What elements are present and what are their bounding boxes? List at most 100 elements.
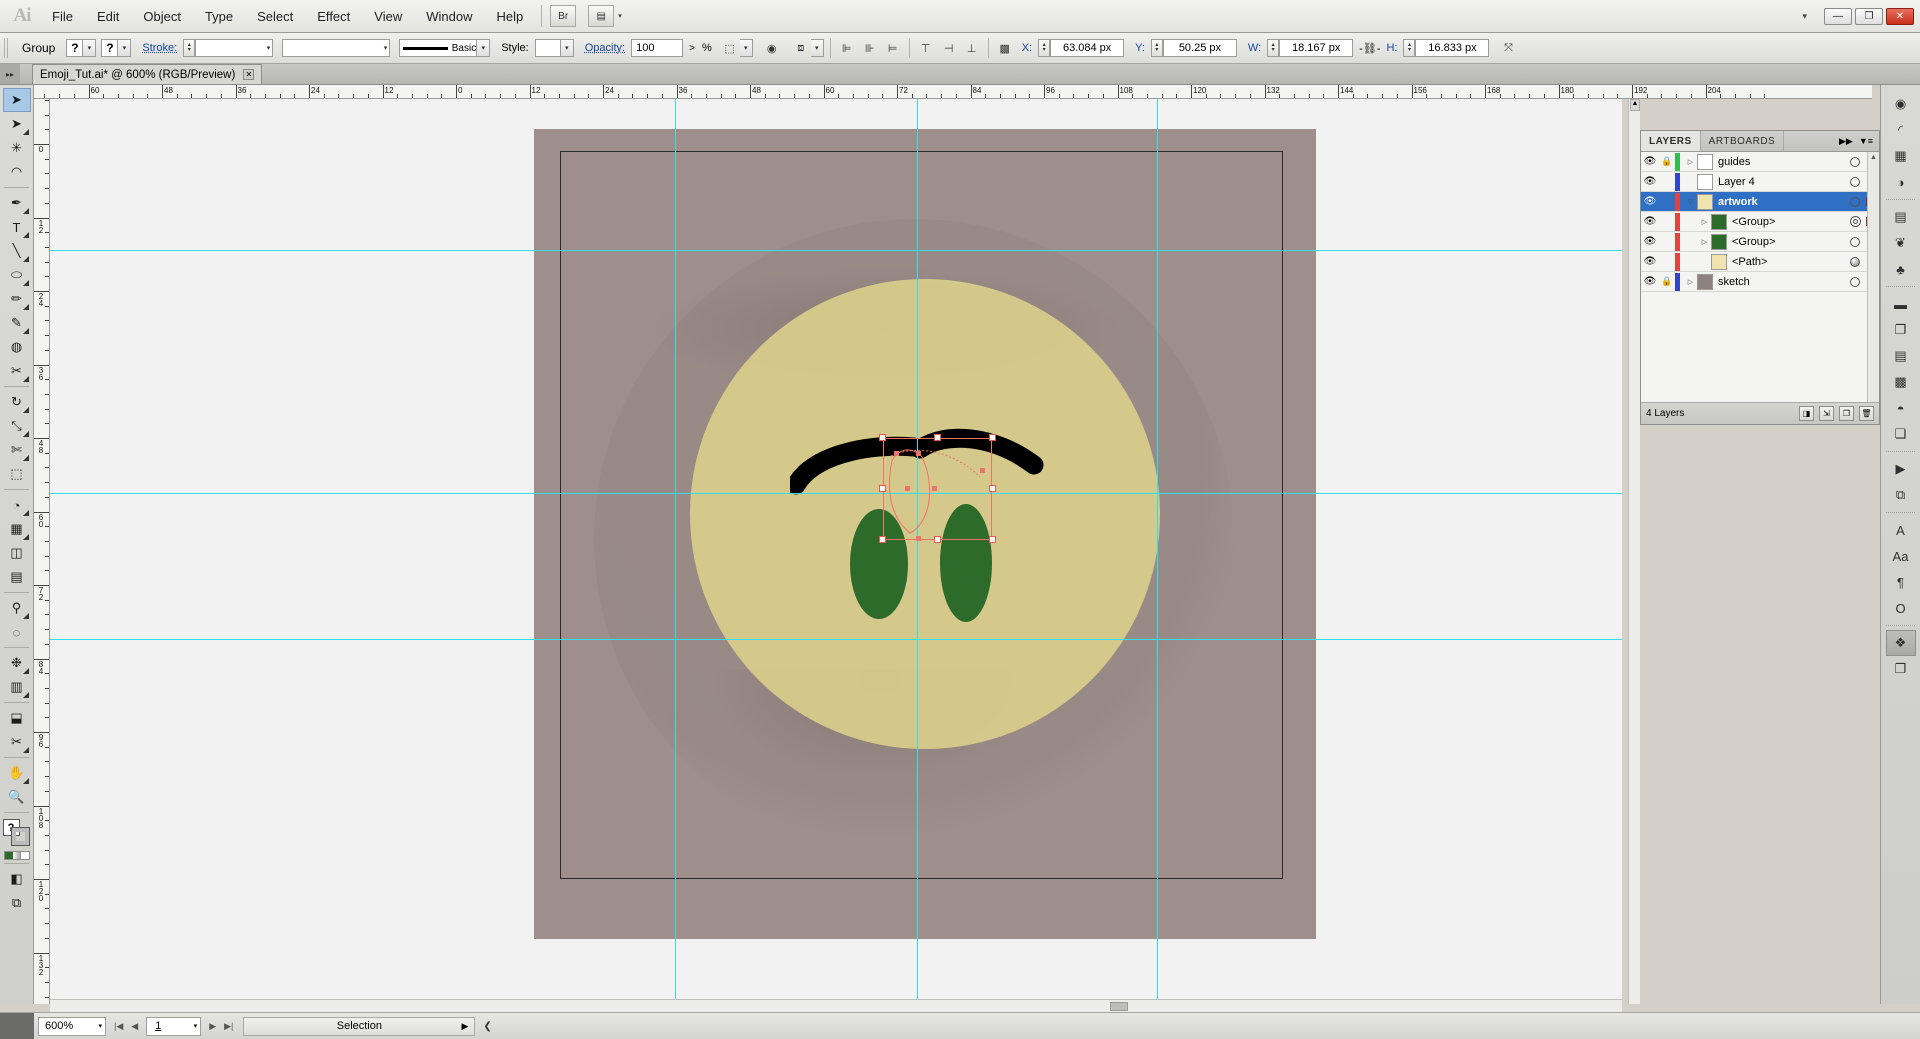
change-screen-mode-icon[interactable]: ◧	[3, 867, 31, 891]
scroll-up-icon[interactable]: ▲	[1868, 154, 1879, 161]
h-field-group[interactable]: ▴ ▾ 16.833 px	[1403, 39, 1490, 57]
stroke-profile-dropdown-icon[interactable]: ▾	[477, 39, 491, 57]
eyedropper-tool[interactable]: ⚲	[3, 596, 31, 620]
stroke-panel-icon[interactable]: ▬	[1886, 291, 1916, 317]
layers-panel-scrollbar[interactable]: ▲	[1867, 152, 1879, 402]
chevron-down-icon[interactable]: ▾	[98, 1022, 102, 1030]
collapse-panel-icon[interactable]: ▶▶	[1839, 136, 1853, 147]
menu-help[interactable]: Help	[484, 5, 535, 28]
target-indicator-icon[interactable]	[1844, 176, 1866, 187]
links-panel-icon[interactable]: ⧉	[1886, 482, 1916, 508]
selection-handle-tr[interactable]	[989, 434, 996, 441]
transform-group[interactable]: ⧈ ▾	[791, 38, 824, 58]
align-right-icon[interactable]: ⊨	[883, 38, 903, 58]
perspective-grid-tool[interactable]: ▦	[3, 517, 31, 541]
tab-artboards[interactable]: ARTBOARDS	[1701, 131, 1785, 151]
symbols-panel-icon[interactable]: ♣	[1886, 256, 1916, 282]
first-artboard-button[interactable]: |◀	[114, 1021, 123, 1032]
layer-row[interactable]: 👁 🔒 ▷ sketch	[1641, 272, 1879, 292]
zoom-level-select[interactable]: 600% ▾	[38, 1016, 106, 1036]
mesh-tool[interactable]: ◫	[3, 541, 31, 565]
layer-row[interactable]: 👁 🔒 ▷ guides	[1641, 152, 1879, 172]
anchor-point[interactable]	[916, 536, 921, 541]
disclosure-triangle-icon[interactable]: ▷	[1684, 158, 1697, 166]
fill-swatch-group[interactable]: ? ▾	[66, 39, 97, 57]
y-input[interactable]: 50.25 px	[1162, 39, 1237, 57]
appearance-panel-icon[interactable]: ◓	[1886, 395, 1916, 421]
menu-effect[interactable]: Effect	[305, 5, 362, 28]
horizontal-ruler[interactable]: 8472604836241201224364860728496108120132…	[34, 85, 1872, 99]
zoom-tool[interactable]: 🔍	[3, 785, 31, 809]
color-panel-icon[interactable]: ◉	[1886, 91, 1916, 117]
transform-panel-icon[interactable]: ⤧	[1498, 38, 1518, 58]
ellipse-tool[interactable]: ⬭	[3, 263, 31, 287]
image-trace-panel-icon[interactable]: ▩	[1886, 369, 1916, 395]
stroke-label-link[interactable]: Stroke:	[142, 42, 177, 54]
status-collapse-icon[interactable]: ❮	[483, 1021, 491, 1032]
arrange-documents-group[interactable]: ▤ ▾	[586, 5, 622, 27]
layer-name[interactable]: <Group>	[1732, 236, 1844, 248]
none-swatch[interactable]	[20, 852, 29, 859]
slice-tool[interactable]: ✂	[3, 730, 31, 754]
selection-handle-tl[interactable]	[879, 434, 886, 441]
magic-wand-tool[interactable]: ✳	[3, 136, 31, 160]
chevron-down-icon[interactable]: ▾	[264, 44, 271, 52]
selection-handle-bl[interactable]	[879, 536, 886, 543]
layer-name[interactable]: sketch	[1718, 276, 1844, 288]
layer-name[interactable]: <Group>	[1732, 216, 1844, 228]
color-mode-swatches[interactable]	[3, 851, 30, 860]
paintbrush-tool[interactable]: ✏	[3, 287, 31, 311]
layer-row[interactable]: 👁 <Path>	[1641, 252, 1879, 272]
swatches-panel-icon[interactable]: ▦	[1886, 143, 1916, 169]
isolate-selected-icon[interactable]: ⬚	[720, 38, 740, 58]
stroke-weight-input[interactable]: ▾	[195, 39, 274, 57]
chevron-down-icon[interactable]: ▾	[381, 44, 388, 52]
distribute-bottom-icon[interactable]: ⊥	[962, 38, 982, 58]
stroke-profile-preview[interactable]: Basic	[399, 39, 478, 57]
selection-handle-tm[interactable]	[934, 434, 941, 441]
guide-vertical-2[interactable]	[917, 99, 918, 1004]
stroke-color-swatch[interactable]	[10, 827, 30, 846]
previous-artboard-button[interactable]: ◀	[131, 1021, 138, 1032]
layer-name[interactable]: Layer 4	[1718, 176, 1844, 188]
brushes-panel-icon[interactable]: ❦	[1886, 230, 1916, 256]
shape-builder-tool[interactable]: ◔	[3, 493, 31, 517]
brush-definition-select[interactable]: ▾	[282, 39, 391, 57]
graphic-style-group[interactable]: ▾	[534, 39, 574, 57]
hand-tool[interactable]: ✋	[3, 761, 31, 785]
paragraph-panel-icon[interactable]: ¶	[1886, 569, 1916, 595]
disclosure-triangle-icon[interactable]: ▷	[1684, 278, 1697, 286]
selection-handle-br[interactable]	[989, 536, 996, 543]
scale-tool[interactable]: ⤡	[3, 414, 31, 438]
eye-icon[interactable]: 👁	[1641, 196, 1659, 207]
align-left-icon[interactable]: ⊫	[837, 38, 857, 58]
recolor-artwork-icon[interactable]: ◉	[762, 38, 782, 58]
guide-horizontal-2[interactable]	[50, 493, 1622, 494]
target-indicator-icon[interactable]	[1844, 236, 1866, 247]
eye-icon[interactable]: 👁	[1641, 236, 1659, 247]
eye-icon[interactable]: 👁	[1641, 216, 1659, 227]
open-type-panel-icon[interactable]: O	[1886, 595, 1916, 621]
target-indicator-icon[interactable]	[1844, 256, 1866, 267]
pathfinder-panel-icon[interactable]: ❐	[1886, 317, 1916, 343]
target-indicator-icon[interactable]	[1844, 276, 1866, 287]
make-clipping-mask-icon[interactable]: ◨	[1799, 406, 1814, 421]
drawing-mode-icon[interactable]: ⧉	[3, 891, 31, 915]
fill-and-stroke-swatches[interactable]: ?	[0, 819, 33, 847]
guide-horizontal-3[interactable]	[50, 639, 1622, 640]
canvas-vertical-scrollbar[interactable]: ▲	[1628, 99, 1640, 1004]
next-artboard-button[interactable]: ▶	[209, 1021, 216, 1032]
pencil-tool[interactable]: ✎	[3, 311, 31, 335]
layer-name[interactable]: guides	[1718, 156, 1844, 168]
menu-view[interactable]: View	[362, 5, 414, 28]
delete-selection-icon[interactable]: 🗑	[1859, 406, 1874, 421]
menu-type[interactable]: Type	[193, 5, 245, 28]
close-button[interactable]: ✕	[1886, 7, 1914, 25]
disclosure-triangle-icon[interactable]: ▷	[1698, 218, 1711, 226]
close-icon[interactable]: ✕	[243, 69, 255, 80]
stroke-profile-group[interactable]: Basic ▾	[399, 39, 491, 57]
stroke-weight-group[interactable]: ▴ ▾ ▾	[183, 39, 274, 57]
menu-file[interactable]: File	[40, 5, 85, 28]
tab-bar-grip-icon[interactable]: ▸▸	[0, 64, 20, 84]
gradient-panel-icon[interactable]: ▤	[1886, 204, 1916, 230]
